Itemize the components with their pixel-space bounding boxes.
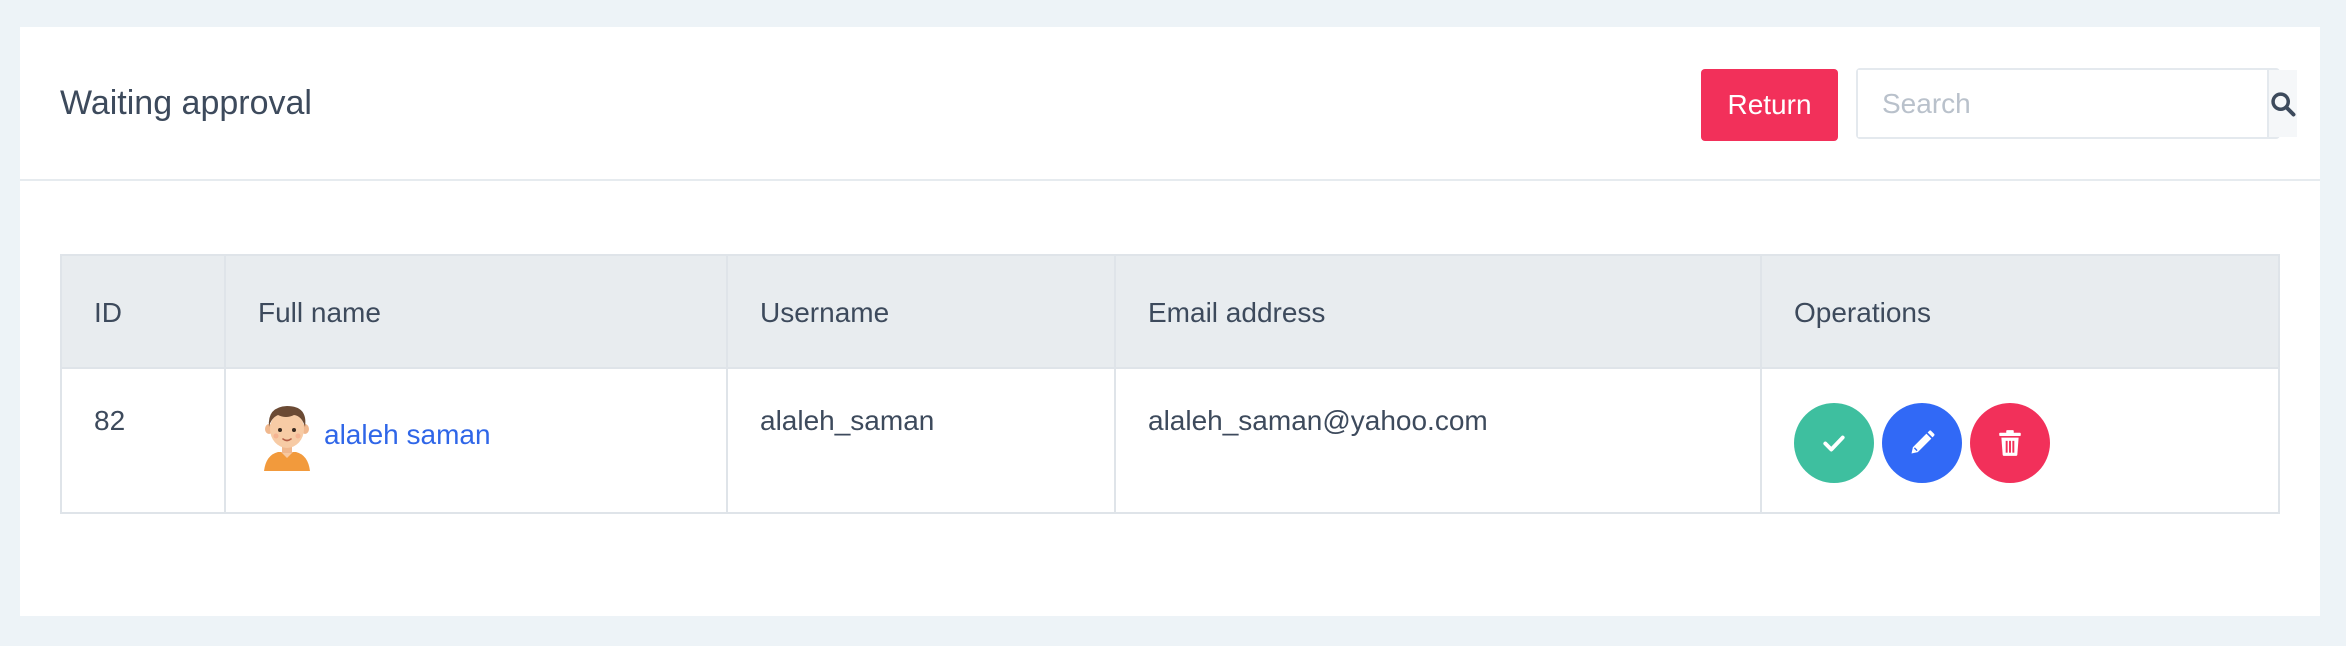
table-row: 82 alaleh saman alaleh_saman alaleh_sama…	[60, 367, 2280, 514]
waiting-approval-card: Waiting approval Return ID Full name Use…	[20, 27, 2320, 616]
column-header-email: Email address	[1114, 254, 1762, 369]
cell-operations	[1760, 367, 2280, 514]
trash-icon	[1999, 430, 2021, 456]
pencil-icon	[1911, 430, 1935, 454]
search-input[interactable]	[1858, 70, 2267, 137]
check-icon	[1823, 435, 1845, 452]
column-header-full-name: Full name	[224, 254, 728, 369]
search-group	[1856, 68, 2297, 139]
boy-avatar-icon	[264, 406, 310, 471]
operations-group	[1794, 403, 2246, 483]
cell-username: alaleh_saman	[726, 367, 1116, 514]
user-name-link[interactable]: alaleh saman	[324, 419, 491, 451]
user-name-wrapper: alaleh saman	[258, 399, 694, 471]
search-button[interactable]	[2267, 70, 2297, 137]
card-header: Waiting approval Return	[20, 27, 2320, 181]
cell-full-name: alaleh saman	[224, 367, 728, 514]
approve-button[interactable]	[1794, 403, 1874, 483]
table-header-row: ID Full name Username Email address Oper…	[60, 254, 2280, 369]
column-header-operations: Operations	[1760, 254, 2280, 369]
page-title: Waiting approval	[60, 84, 312, 122]
cell-email: alaleh_saman@yahoo.com	[1114, 367, 1762, 514]
column-header-id: ID	[60, 254, 226, 369]
search-icon	[2271, 91, 2296, 116]
column-header-username: Username	[726, 254, 1116, 369]
users-table-wrapper: ID Full name Username Email address Oper…	[60, 254, 2280, 514]
users-table: ID Full name Username Email address Oper…	[60, 254, 2280, 514]
return-button[interactable]: Return	[1701, 69, 1838, 141]
edit-button[interactable]	[1882, 403, 1962, 483]
cell-id: 82	[60, 367, 226, 514]
delete-button[interactable]	[1970, 403, 2050, 483]
